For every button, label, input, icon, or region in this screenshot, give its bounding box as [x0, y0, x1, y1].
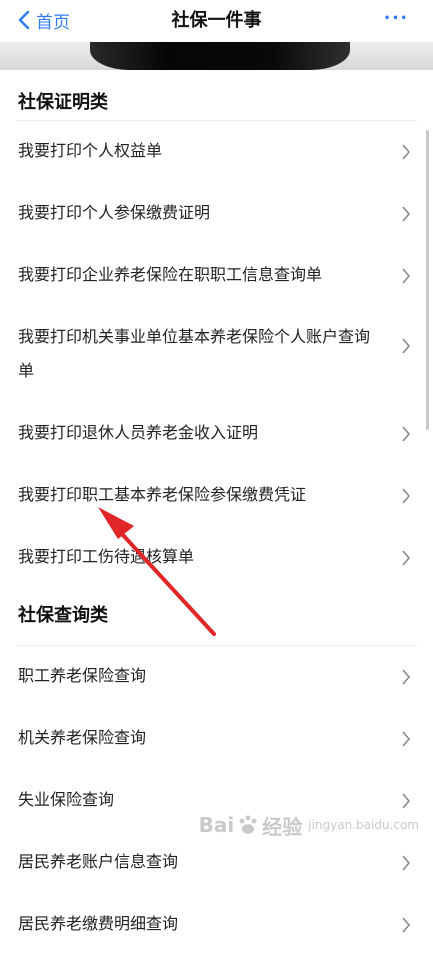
baidu-watermark: Bai 经验 jingyan.baidu.com [199, 811, 419, 839]
list-item[interactable]: 我要打印退休人员养老金收入证明 [0, 403, 433, 465]
watermark-brand-jingyan: 经验 [262, 814, 303, 839]
watermark-brand: Bai [198, 813, 235, 837]
chevron-right-icon [402, 338, 411, 354]
item-label: 我要打印机关事业单位基本养老保险个人账户查询单 [18, 329, 371, 380]
list-item[interactable]: 我要打印个人权益单 [0, 121, 433, 183]
section-title: 社保证明类 [18, 92, 108, 112]
item-label: 我要打印个人权益单 [18, 143, 163, 160]
section-certificates: 社保证明类 我要打印个人权益单 我要打印个人参保缴费证明 我要打印企业养老保险在… [0, 70, 433, 589]
banner-image [0, 42, 433, 70]
chevron-right-icon [402, 488, 411, 504]
item-label: 机关养老保险查询 [18, 730, 147, 747]
list-item[interactable]: 机关养老保险查询 [0, 708, 433, 770]
chevron-right-icon [402, 206, 411, 222]
watermark-url: jingyan.baidu.com [308, 817, 419, 832]
list-item[interactable]: 我要打印个人参保缴费证明 [0, 183, 433, 245]
chevron-right-icon [402, 144, 411, 160]
section-title: 社保查询类 [18, 605, 108, 625]
chevron-right-icon [402, 793, 411, 809]
item-label: 我要打印企业养老保险在职职工信息查询单 [18, 267, 323, 284]
list-item[interactable]: 居民养老账户信息查询 [0, 832, 433, 894]
list-item[interactable]: 我要打印企业养老保险在职职工信息查询单 [0, 245, 433, 307]
list-item[interactable]: 我要打印工伤待遇核算单 [0, 527, 433, 589]
scrollbar[interactable] [426, 130, 429, 430]
chevron-right-icon [402, 550, 411, 566]
list-item[interactable]: 我要打印机关事业单位基本养老保险个人账户查询单 [0, 307, 433, 403]
chevron-right-icon [402, 426, 411, 442]
item-label: 我要打印个人参保缴费证明 [18, 205, 211, 222]
item-label: 我要打印退休人员养老金收入证明 [18, 425, 259, 442]
chevron-right-icon [402, 917, 411, 933]
paw-icon [239, 815, 257, 834]
list-item[interactable]: 职工养老保险查询 [0, 646, 433, 708]
chevron-right-icon [402, 669, 411, 685]
item-label: 居民养老缴费明细查询 [18, 916, 179, 933]
page-title: 社保一件事 [171, 10, 262, 30]
list-item[interactable]: 居民养老缴费明细查询 [0, 894, 433, 956]
item-label: 我要打印工伤待遇核算单 [18, 549, 195, 566]
certificate-list: 我要打印个人权益单 我要打印个人参保缴费证明 我要打印企业养老保险在职职工信息查… [0, 121, 433, 589]
list-item[interactable]: 我要打印职工基本养老保险参保缴费凭证 [0, 465, 433, 527]
item-label: 职工养老保险查询 [18, 668, 147, 685]
item-label: 失业保险查询 [18, 792, 115, 809]
navbar: 首页 社保一件事 ··· [0, 0, 433, 42]
section-queries: 社保查询类 职工养老保险查询 机关养老保险查询 失业保险查询 居民养老账户信息查… [0, 589, 433, 956]
query-list: 职工养老保险查询 机关养老保险查询 失业保险查询 居民养老账户信息查询 居民养老… [0, 646, 433, 956]
chevron-right-icon [402, 731, 411, 747]
item-label: 我要打印职工基本养老保险参保缴费凭证 [18, 487, 307, 504]
more-menu-icon[interactable]: ··· [384, 6, 409, 34]
chevron-right-icon [402, 268, 411, 284]
banner-dark-shape [90, 42, 350, 70]
